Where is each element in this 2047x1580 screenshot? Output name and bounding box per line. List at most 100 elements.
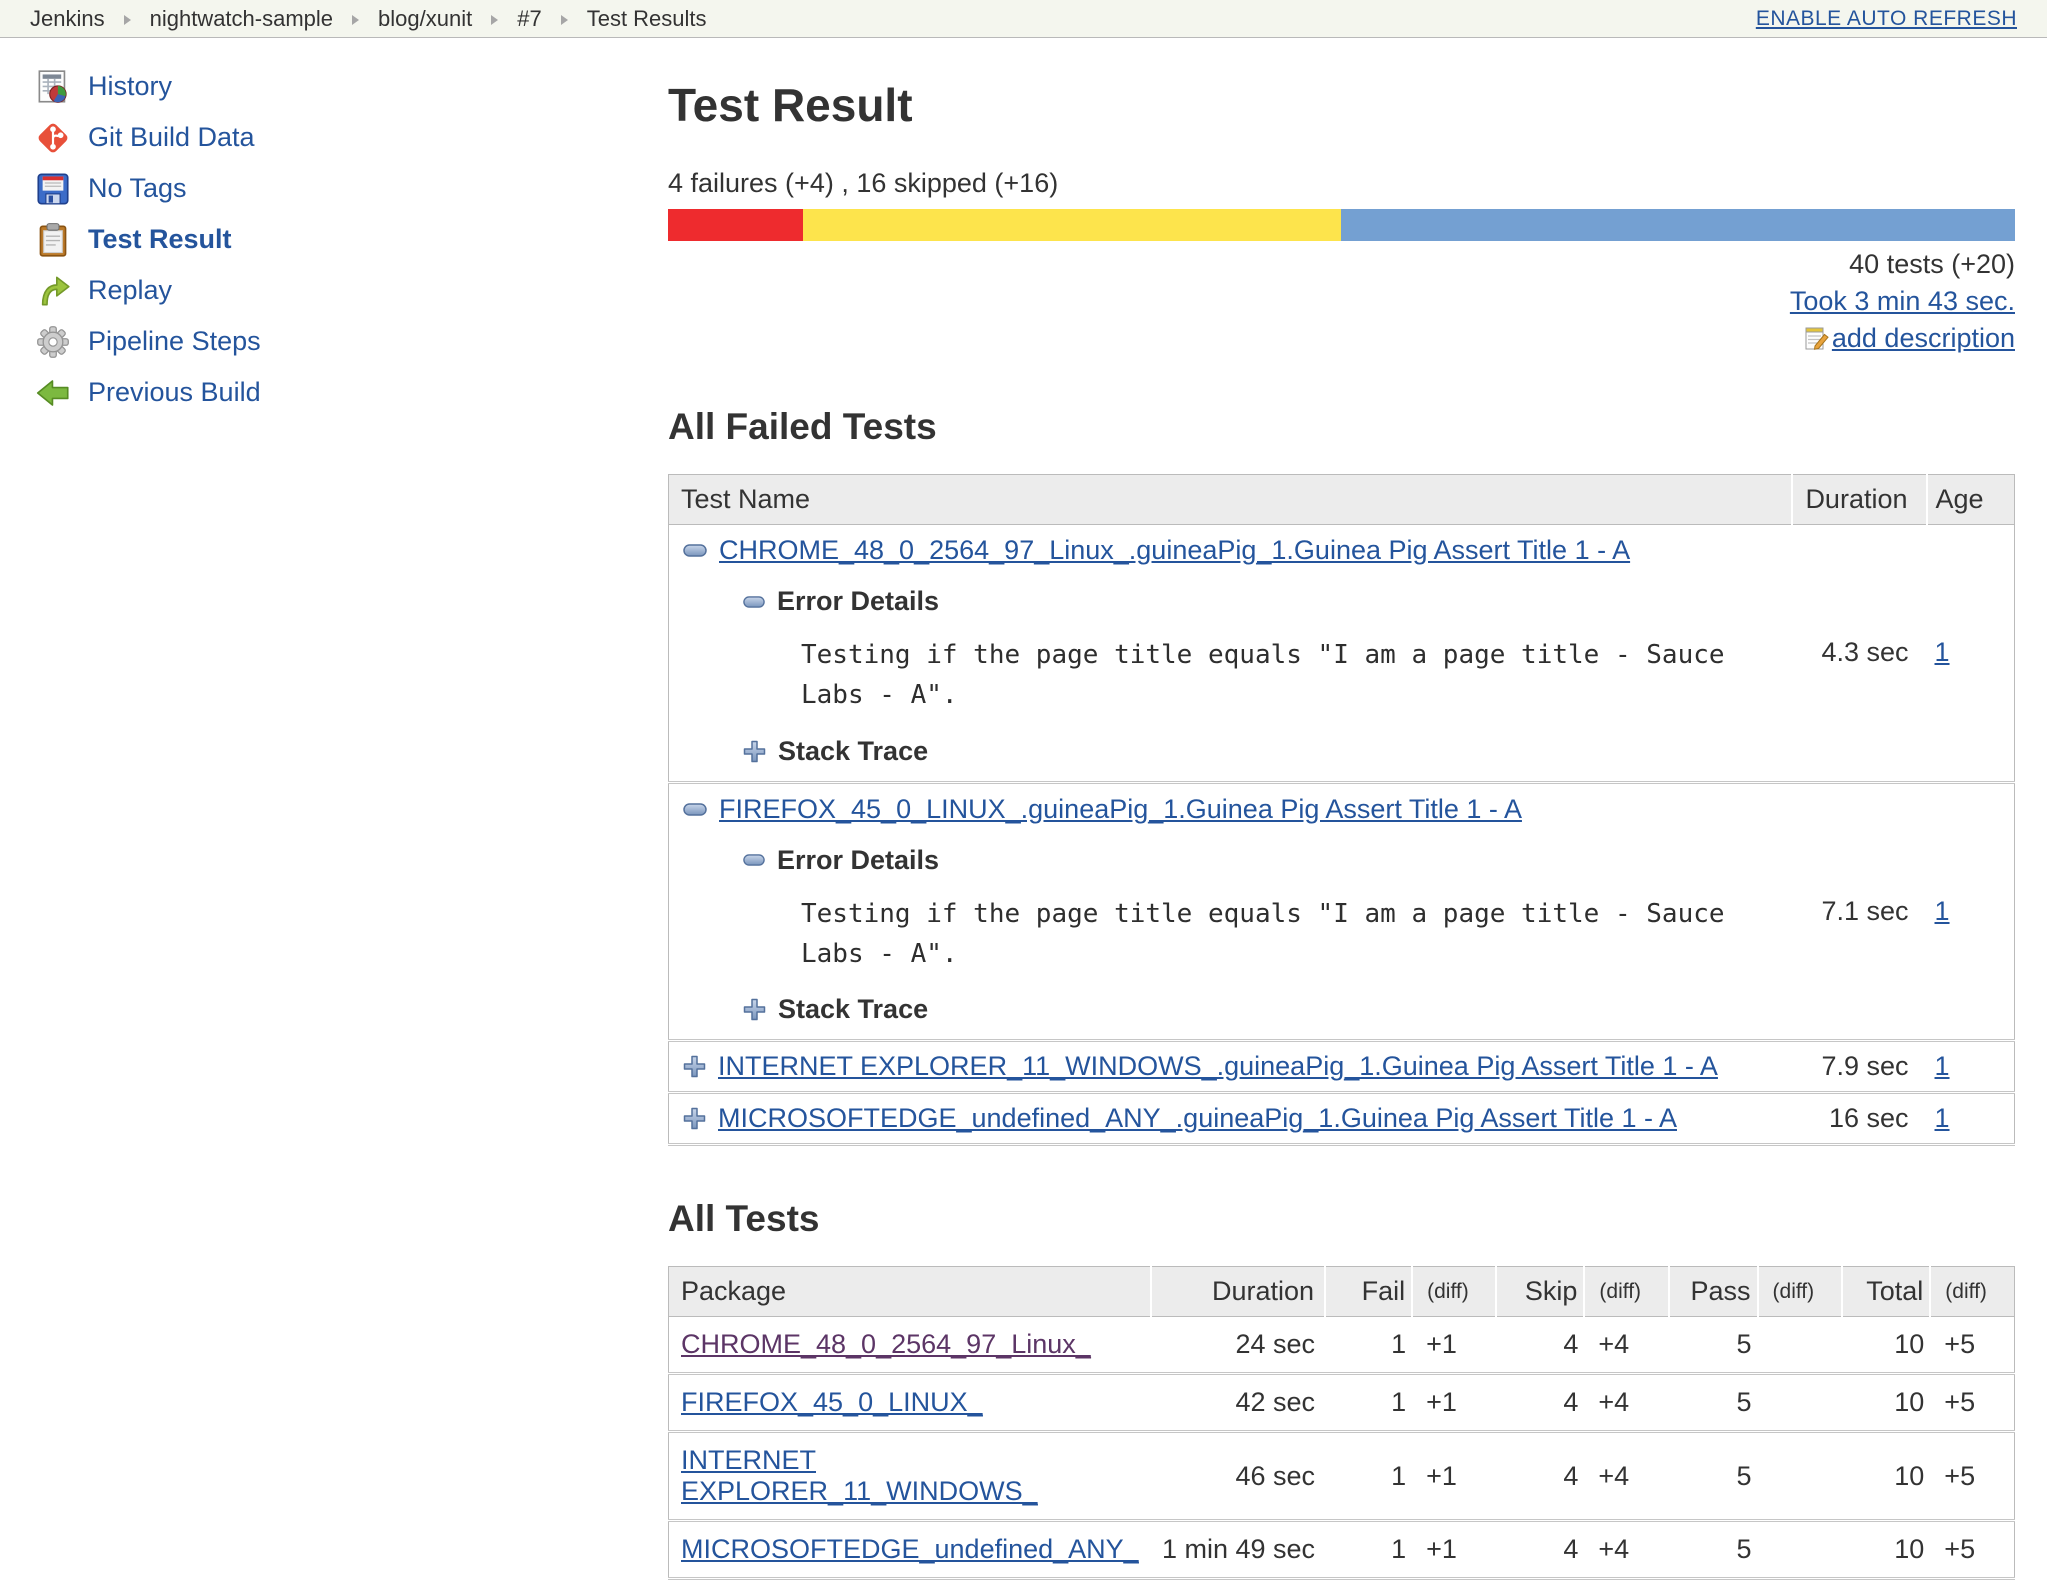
failed-test-link[interactable]: MICROSOFTEDGE_undefined_ANY_.guineaPig_1… [718, 1103, 1677, 1134]
package-fail: 1 [1325, 1431, 1413, 1523]
expand-icon[interactable] [683, 1055, 706, 1078]
package-total-diff: +5 [1930, 1316, 2015, 1376]
failed-test-age-link[interactable]: 1 [1935, 896, 1950, 926]
git-icon [34, 119, 71, 156]
package-total: 10 [1841, 1520, 1931, 1580]
all-tests-header-row: Package Duration Fail (diff) Skip (diff)… [667, 1266, 2015, 1318]
collapse-icon[interactable] [743, 595, 765, 608]
column-header-total-diff: (diff) [1929, 1266, 2015, 1318]
breadcrumb-item-branch[interactable]: blog/xunit [378, 6, 472, 32]
stack-trace-toggle[interactable]: Stack Trace [743, 736, 1780, 767]
failed-test-title: INTERNET EXPLORER_11_WINDOWS_.guineaPig_… [683, 1051, 1780, 1082]
column-header-package[interactable]: Package [667, 1266, 1151, 1318]
package-row: CHROME_48_0_2564_97_Linux_ 24 sec 1 +1 4… [668, 1316, 2015, 1376]
failed-test-duration: 7.9 sec [1791, 1040, 1927, 1095]
sidebar-item-no-tags[interactable]: No Tags [34, 170, 668, 207]
took-duration-link[interactable]: Took 3 min 43 sec. [1790, 286, 2015, 316]
result-bar-skip [802, 209, 1342, 241]
package-duration: 1 min 49 sec [1150, 1520, 1326, 1580]
breadcrumb-item-build[interactable]: #7 [517, 6, 541, 32]
sidebar-item-previous-build[interactable]: Previous Build [34, 374, 668, 411]
breadcrumb-separator-icon [560, 14, 568, 25]
collapse-icon[interactable] [683, 802, 707, 816]
failed-test-age-link[interactable]: 1 [1935, 637, 1950, 667]
failed-test-link[interactable]: CHROME_48_0_2564_97_Linux_.guineaPig_1.G… [719, 535, 1630, 566]
package-link[interactable]: INTERNET EXPLORER_11_WINDOWS_ [681, 1445, 1038, 1506]
all-tests-heading: All Tests [668, 1198, 820, 1240]
column-header-pass-diff: (diff) [1756, 1266, 1842, 1318]
add-description-link[interactable]: add description [1832, 323, 2015, 354]
sidebar-item-replay[interactable]: Replay [34, 272, 668, 309]
package-link[interactable]: FIREFOX_45_0_LINUX_ [681, 1387, 983, 1417]
sidebar-item-label: Replay [88, 275, 173, 305]
package-total: 10 [1841, 1316, 1931, 1376]
package-pass-diff [1757, 1520, 1842, 1580]
package-total-diff: +5 [1930, 1520, 2015, 1580]
stack-trace-label: Stack Trace [778, 735, 929, 766]
stack-trace-label: Stack Trace [778, 994, 929, 1025]
error-details-toggle[interactable]: Error Details [743, 586, 1780, 617]
breadcrumb-separator-icon [352, 14, 360, 25]
expand-icon[interactable] [743, 998, 766, 1021]
expand-icon[interactable] [683, 1107, 706, 1130]
package-pass: 5 [1668, 1431, 1758, 1523]
column-header-skip[interactable]: Skip [1495, 1266, 1585, 1318]
package-pass-diff [1757, 1316, 1842, 1376]
clipboard-icon [34, 221, 71, 258]
sidebar-item-git-build-data[interactable]: Git Build Data [34, 119, 668, 156]
error-details-toggle[interactable]: Error Details [743, 845, 1780, 876]
result-bar-fail [668, 209, 803, 241]
package-fail-diff: +1 [1412, 1316, 1497, 1376]
failed-test-row: FIREFOX_45_0_LINUX_.guineaPig_1.Guinea P… [668, 782, 2015, 1043]
tests-total: 40 tests (+20) [1849, 249, 2015, 279]
package-total-diff: +5 [1930, 1431, 2015, 1523]
failed-test-row: MICROSOFTEDGE_undefined_ANY_.guineaPig_1… [668, 1092, 2015, 1147]
column-header-duration[interactable]: Duration [1149, 1266, 1326, 1318]
package-duration: 42 sec [1150, 1373, 1326, 1434]
column-header-duration[interactable]: Duration [1790, 474, 1927, 525]
column-header-skip-diff: (diff) [1583, 1266, 1669, 1318]
failed-test-age-link[interactable]: 1 [1935, 1051, 1950, 1081]
expand-icon[interactable] [743, 740, 766, 763]
failed-test-age-link[interactable]: 1 [1935, 1103, 1950, 1133]
error-details-label: Error Details [777, 844, 940, 875]
failed-test-row: INTERNET EXPLORER_11_WINDOWS_.guineaPig_… [668, 1040, 2015, 1095]
failed-test-duration: 7.1 sec [1791, 782, 1927, 1043]
breadcrumb-item-test-results[interactable]: Test Results [587, 6, 707, 32]
sidebar-item-pipeline-steps[interactable]: Pipeline Steps [34, 323, 668, 360]
package-row: INTERNET EXPLORER_11_WINDOWS_ 46 sec 1 +… [668, 1431, 2015, 1523]
failed-tests-table: Test Name Duration Age CHROME_48_0_2564_… [668, 474, 2015, 1147]
package-pass-diff [1757, 1373, 1842, 1434]
enable-auto-refresh-link[interactable]: ENABLE AUTO REFRESH [1756, 7, 2017, 31]
package-skip-diff: +4 [1584, 1520, 1669, 1580]
package-fail: 1 [1325, 1373, 1413, 1434]
failed-test-link[interactable]: INTERNET EXPLORER_11_WINDOWS_.guineaPig_… [718, 1051, 1718, 1082]
failed-test-duration: 4.3 sec [1791, 524, 1927, 784]
collapse-icon[interactable] [743, 854, 765, 866]
sidebar-item-label: No Tags [88, 173, 187, 203]
sidebar-item-label: Git Build Data [88, 122, 255, 152]
column-header-total[interactable]: Total [1840, 1266, 1931, 1318]
column-header-pass[interactable]: Pass [1667, 1266, 1758, 1318]
package-pass: 5 [1668, 1373, 1758, 1434]
main-content: Test Result 4 failures (+4) , 16 skipped… [667, 38, 2015, 1580]
package-fail-diff: +1 [1412, 1373, 1497, 1434]
result-bar-pass [1341, 209, 2015, 241]
error-message: Testing if the page title equals "I am a… [801, 898, 1741, 969]
sidebar-item-test-result[interactable]: Test Result [34, 221, 668, 258]
breadcrumb-item-job[interactable]: nightwatch-sample [150, 6, 333, 32]
column-header-test-name[interactable]: Test Name [668, 474, 1792, 525]
floppy-icon [34, 170, 71, 207]
column-header-fail[interactable]: Fail [1324, 1266, 1413, 1318]
breadcrumb-item-jenkins[interactable]: Jenkins [30, 6, 105, 32]
package-row: MICROSOFTEDGE_undefined_ANY_ 1 min 49 se… [668, 1520, 2015, 1580]
sidebar-item-history[interactable]: History [34, 68, 668, 105]
column-header-age[interactable]: Age [1925, 474, 2015, 525]
sidebar-item-label: Test Result [88, 224, 232, 254]
breadcrumb-separator-icon [491, 14, 499, 25]
package-link[interactable]: CHROME_48_0_2564_97_Linux_ [681, 1329, 1091, 1359]
stack-trace-toggle[interactable]: Stack Trace [743, 994, 1780, 1025]
failed-test-link[interactable]: FIREFOX_45_0_LINUX_.guineaPig_1.Guinea P… [719, 794, 1522, 825]
collapse-icon[interactable] [683, 544, 707, 557]
package-pass: 5 [1668, 1520, 1758, 1580]
